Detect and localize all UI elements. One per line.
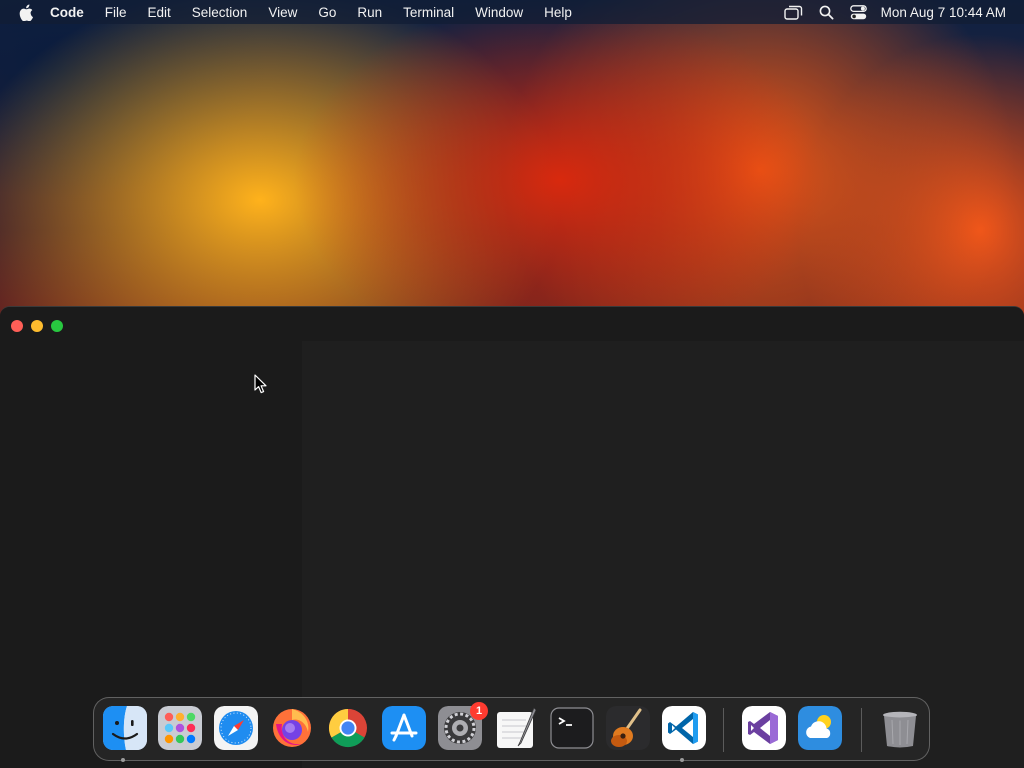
menu-file[interactable]: File [105,5,127,20]
apple-logo-icon [19,4,33,21]
window-zoom-button[interactable] [51,320,63,332]
dock-separator [861,708,862,752]
firefox-icon [273,709,311,747]
menu-selection[interactable]: Selection [192,5,248,20]
finder-icon [103,706,147,750]
dock: 1 [93,697,930,761]
dock-safari[interactable] [214,706,258,750]
menu-window[interactable]: Window [475,5,523,20]
visual-studio-icon [742,706,786,750]
apple-menu[interactable] [16,2,36,22]
dock-weather[interactable] [798,706,842,750]
dock-firefox[interactable] [270,706,314,750]
dock-vscode[interactable] [662,706,706,750]
safari-icon [214,706,258,750]
textedit-icon [497,707,537,748]
menu-bar-clock[interactable]: Mon Aug 7 10:44 AM [881,5,1006,20]
dock-visual-studio[interactable] [742,706,786,750]
garageband-icon [606,706,650,750]
menu-run[interactable]: Run [357,5,382,20]
menu-view[interactable]: View [268,5,297,20]
menu-bar: Code File Edit Selection View Go Run Ter… [0,0,1024,24]
dock-running-indicator-finder [121,758,125,762]
dock-terminal[interactable] [550,706,594,750]
dock-running-indicator-vscode [680,758,684,762]
dock-chrome[interactable] [326,706,370,750]
control-center-icon[interactable] [849,4,867,20]
weather-icon [798,706,842,750]
search-icon[interactable] [819,5,834,20]
system-settings-badge: 1 [470,702,488,720]
menu-edit[interactable]: Edit [148,5,171,20]
dock-app-store[interactable] [382,706,426,750]
dock-textedit[interactable] [494,706,538,750]
menu-help[interactable]: Help [544,5,572,20]
dock-launchpad[interactable] [158,706,202,750]
menu-terminal[interactable]: Terminal [403,5,454,20]
menu-app-name[interactable]: Code [50,5,84,20]
dock-separator [723,708,724,752]
chrome-icon [328,708,367,748]
mouse-pointer-icon [254,374,267,394]
dock-finder[interactable] [103,706,147,750]
menu-go[interactable]: Go [318,5,336,20]
screen-mirroring-icon[interactable] [783,5,803,20]
app-store-icon [382,706,426,750]
window-minimize-button[interactable] [31,320,43,332]
menu-bar-status-area: Mon Aug 7 10:44 AM [768,0,1006,24]
trash-icon [883,711,917,748]
dock-garageband[interactable] [606,706,650,750]
window-title-bar[interactable] [0,307,1024,341]
dock-trash[interactable] [878,706,922,750]
launchpad-icon [158,706,202,750]
terminal-icon [550,707,594,749]
vscode-icon [662,706,706,750]
window-close-button[interactable] [11,320,23,332]
